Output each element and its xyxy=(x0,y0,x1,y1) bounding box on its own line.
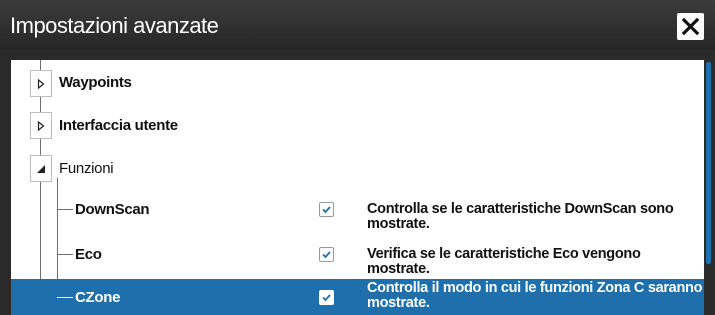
vertical-scrollbar[interactable] xyxy=(706,62,711,264)
expand-toggle[interactable] xyxy=(30,70,52,97)
description-line: Controlla il modo in cui le funzioni Zon… xyxy=(367,280,703,296)
advanced-settings-dialog: Impostazioni avanzate Waypoints Interfac… xyxy=(0,0,715,315)
title-bar: Impostazioni avanzate xyxy=(0,0,715,50)
setting-row-eco[interactable]: Eco Verifica se le caratteristiche Eco v… xyxy=(11,236,704,277)
setting-label: Eco xyxy=(75,246,102,263)
tree-branch-line xyxy=(57,209,73,210)
tree-node-label: Waypoints xyxy=(59,74,132,91)
collapse-triangle-icon xyxy=(37,165,45,173)
downscan-checkbox[interactable] xyxy=(319,202,334,217)
setting-description: Controlla il modo in cui le funzioni Zon… xyxy=(367,281,702,311)
tree-node-funzioni[interactable]: Funzioni xyxy=(11,151,704,187)
setting-row-czone[interactable]: CZone Controlla il modo in cui le funzio… xyxy=(11,279,704,315)
collapse-toggle[interactable] xyxy=(30,155,52,182)
checkmark-icon xyxy=(322,294,331,302)
close-button[interactable] xyxy=(677,13,704,40)
close-icon xyxy=(681,17,700,36)
expand-triangle-icon xyxy=(37,79,45,89)
tree-node-label: Interfaccia utente xyxy=(59,117,178,134)
expand-toggle[interactable] xyxy=(30,112,52,139)
setting-description: Controlla se le caratteristiche DownScan… xyxy=(367,201,674,232)
setting-row-downscan[interactable]: DownScan Controlla se le caratteristiche… xyxy=(11,191,704,232)
tree-node-interfaccia-utente[interactable]: Interfaccia utente xyxy=(11,108,704,144)
setting-description: Verifica se le caratteristiche Eco vengo… xyxy=(367,246,641,277)
tree-node-label: Funzioni xyxy=(59,160,114,177)
settings-tree: Waypoints Interfaccia utente Funzioni Do… xyxy=(11,60,704,315)
tree-branch-line xyxy=(57,254,73,255)
checkmark-icon xyxy=(322,206,331,214)
setting-label: CZone xyxy=(75,289,121,306)
dialog-title: Impostazioni avanzate xyxy=(10,13,219,38)
tree-branch-line xyxy=(57,297,73,298)
expand-triangle-icon xyxy=(37,121,45,131)
tree-node-waypoints[interactable]: Waypoints xyxy=(11,65,704,101)
czone-checkbox[interactable] xyxy=(319,290,334,305)
checkmark-icon xyxy=(322,251,331,259)
eco-checkbox[interactable] xyxy=(319,247,334,262)
setting-label: DownScan xyxy=(75,201,150,218)
description-line: mostrate. xyxy=(367,295,430,311)
